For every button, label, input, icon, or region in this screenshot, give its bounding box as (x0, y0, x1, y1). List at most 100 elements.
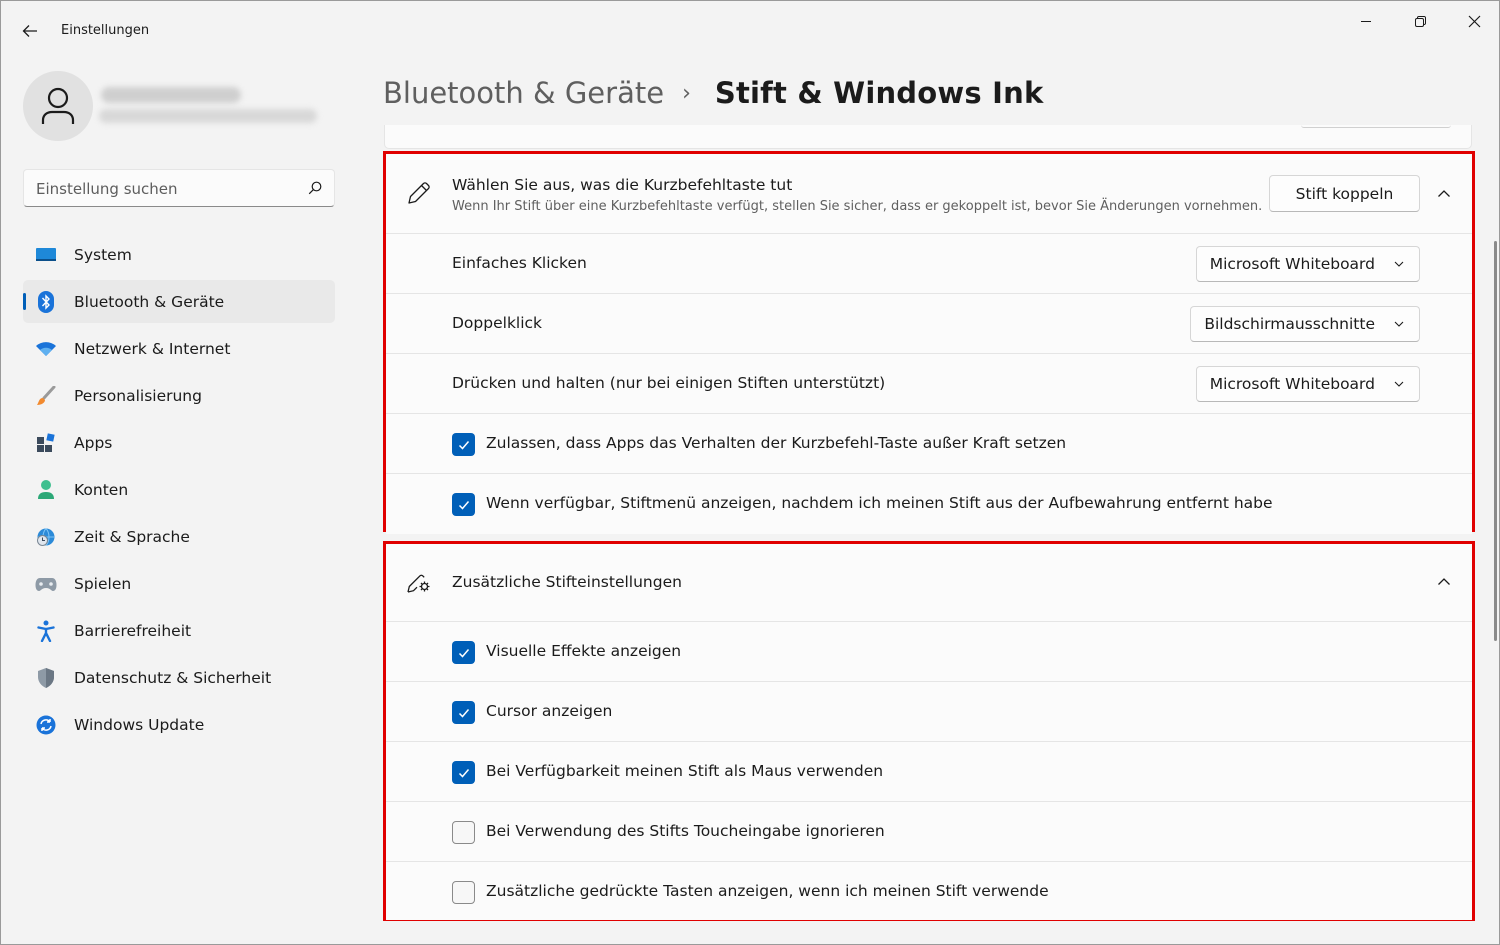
account-icon (35, 479, 57, 501)
press-and-hold-row: Drücken und halten (nur bei einigen Stif… (386, 354, 1472, 414)
sidebar-item-system[interactable]: System (23, 233, 335, 276)
chevron-down-icon (1394, 261, 1404, 267)
ignore-touch-checkbox[interactable] (452, 821, 475, 844)
profile-name-blurred (101, 87, 241, 103)
chevron-up-icon[interactable] (1436, 574, 1452, 590)
breadcrumb: Bluetooth & Geräte › Stift & Windows Ink (383, 71, 1043, 115)
user-icon (41, 87, 75, 124)
show-pen-menu-checkbox[interactable] (452, 493, 475, 516)
sidebar-item-label: Bluetooth & Geräte (74, 292, 225, 311)
sidebar-item-label: Windows Update (74, 715, 205, 734)
settings-search-box[interactable] (23, 169, 335, 207)
checkmark-icon (458, 768, 469, 778)
sidebar-item-label: Apps (74, 433, 113, 452)
show-extra-keys-label: Zusätzliche gedrückte Tasten anzeigen, w… (486, 882, 1049, 900)
search-input[interactable] (36, 178, 296, 200)
profile-email-blurred (99, 109, 317, 123)
profile-avatar[interactable] (23, 71, 93, 141)
visual-effects-label: Visuelle Effekte anzeigen (486, 642, 682, 660)
sidebar-item-accessibility[interactable]: Barrierefreiheit (23, 609, 335, 652)
show-cursor-checkbox[interactable] (452, 701, 475, 724)
close-icon (1468, 15, 1480, 27)
show-cursor-label: Cursor anzeigen (486, 702, 613, 720)
checkmark-icon (458, 440, 469, 450)
breadcrumb-parent-link[interactable]: Bluetooth & Geräte (383, 76, 664, 110)
sidebar-item-label: Spielen (74, 574, 132, 593)
sidebar-item-windows-update[interactable]: Windows Update (23, 703, 335, 746)
checkmark-icon (458, 708, 469, 718)
single-click-dropdown[interactable]: Microsoft Whiteboard (1195, 246, 1420, 282)
dropdown-value: Microsoft Whiteboard (1209, 375, 1375, 393)
update-icon (35, 714, 57, 736)
sidebar-nav: System Bluetooth & Geräte Netzwerk & Int… (23, 233, 335, 750)
shortcut-section-description: Wenn Ihr Stift über eine Kurzbefehltaste… (452, 199, 1263, 214)
search-icon[interactable] (308, 181, 322, 195)
sidebar-item-label: Zeit & Sprache (74, 527, 190, 546)
vertical-scrollbar[interactable] (1494, 241, 1497, 641)
sidebar-item-time-language[interactable]: Zeit & Sprache (23, 515, 335, 558)
checkmark-icon (458, 500, 469, 510)
show-extra-keys-row: Zusätzliche gedrückte Tasten anzeigen, w… (386, 862, 1472, 920)
visual-effects-checkbox[interactable] (452, 641, 475, 664)
sidebar-item-privacy-security[interactable]: Datenschutz & Sicherheit (23, 656, 335, 699)
bluetooth-icon (35, 291, 57, 313)
shield-icon (35, 667, 57, 689)
press-and-hold-label: Drücken und halten (nur bei einigen Stif… (452, 374, 886, 392)
pen-as-mouse-label: Bei Verfügbarkeit meinen Stift als Maus … (486, 762, 884, 780)
single-click-row: Einfaches Klicken Microsoft Whiteboard (386, 234, 1472, 294)
sidebar-item-accounts[interactable]: Konten (23, 468, 335, 511)
app-title: Einstellungen (61, 23, 150, 38)
show-pen-menu-label: Wenn verfügbar, Stiftmenü anzeigen, nach… (486, 494, 1273, 512)
show-pen-menu-row: Wenn verfügbar, Stiftmenü anzeigen, nach… (386, 474, 1472, 534)
allow-apps-override-checkbox[interactable] (452, 433, 475, 456)
dropdown-value: Microsoft Whiteboard (1209, 255, 1375, 273)
sidebar-item-gaming[interactable]: Spielen (23, 562, 335, 605)
chevron-right-icon: › (682, 80, 691, 106)
sidebar-item-label: Netzwerk & Internet (74, 339, 231, 358)
brush-icon (35, 385, 57, 407)
sidebar-item-label: System (74, 245, 132, 264)
shortcut-button-section: Wählen Sie aus, was die Kurzbefehltaste … (383, 151, 1475, 534)
show-extra-keys-checkbox[interactable] (452, 881, 475, 904)
single-click-label: Einfaches Klicken (452, 254, 587, 272)
close-button[interactable] (1452, 7, 1496, 35)
pen-as-mouse-checkbox[interactable] (452, 761, 475, 784)
pen-settings-icon (407, 574, 430, 593)
chevron-down-icon (1394, 321, 1404, 327)
gamepad-icon (35, 573, 57, 595)
previous-card-edge (384, 125, 1472, 149)
globe-clock-icon (35, 526, 57, 548)
double-click-label: Doppelklick (452, 314, 543, 332)
ignore-touch-label: Bei Verwendung des Stifts Toucheingabe i… (486, 822, 885, 840)
press-and-hold-dropdown[interactable]: Microsoft Whiteboard (1195, 366, 1420, 402)
checkmark-icon (458, 648, 469, 658)
back-arrow-icon (22, 25, 37, 37)
chevron-down-icon (1394, 381, 1404, 387)
allow-apps-override-row: Zulassen, dass Apps das Verhalten der Ku… (386, 414, 1472, 474)
minimize-icon (1361, 21, 1371, 22)
maximize-button[interactable] (1398, 7, 1442, 35)
additional-pen-settings-section: Zusätzliche Stifteinstellungen Visuelle … (383, 541, 1475, 921)
sidebar-item-apps[interactable]: Apps (23, 421, 335, 464)
settings-window: Einstellungen System Bluetooth (0, 0, 1500, 945)
sidebar-item-network[interactable]: Netzwerk & Internet (23, 327, 335, 370)
page-title: Stift & Windows Ink (714, 76, 1044, 110)
double-click-row: Doppelklick Bildschirmausschnitte (386, 294, 1472, 354)
ignore-touch-row: Bei Verwendung des Stifts Toucheingabe i… (386, 802, 1472, 862)
chevron-up-icon[interactable] (1436, 186, 1452, 202)
back-button[interactable] (15, 17, 45, 45)
minimize-button[interactable] (1344, 7, 1388, 35)
apps-icon (35, 432, 57, 454)
pen-icon (408, 182, 430, 204)
shortcut-section-header[interactable]: Wählen Sie aus, was die Kurzbefehltaste … (386, 154, 1472, 234)
accessibility-icon (35, 620, 57, 642)
pen-as-mouse-row: Bei Verfügbarkeit meinen Stift als Maus … (386, 742, 1472, 802)
pair-pen-button[interactable]: Stift koppeln (1269, 175, 1420, 212)
sidebar-item-bluetooth[interactable]: Bluetooth & Geräte (23, 280, 335, 323)
sidebar-item-personalization[interactable]: Personalisierung (23, 374, 335, 417)
shortcut-section-title: Wählen Sie aus, was die Kurzbefehltaste … (452, 176, 793, 194)
additional-section-header[interactable]: Zusätzliche Stifteinstellungen (386, 544, 1472, 622)
double-click-dropdown[interactable]: Bildschirmausschnitte (1190, 306, 1420, 342)
additional-section-title: Zusätzliche Stifteinstellungen (452, 573, 682, 591)
visual-effects-row: Visuelle Effekte anzeigen (386, 622, 1472, 682)
